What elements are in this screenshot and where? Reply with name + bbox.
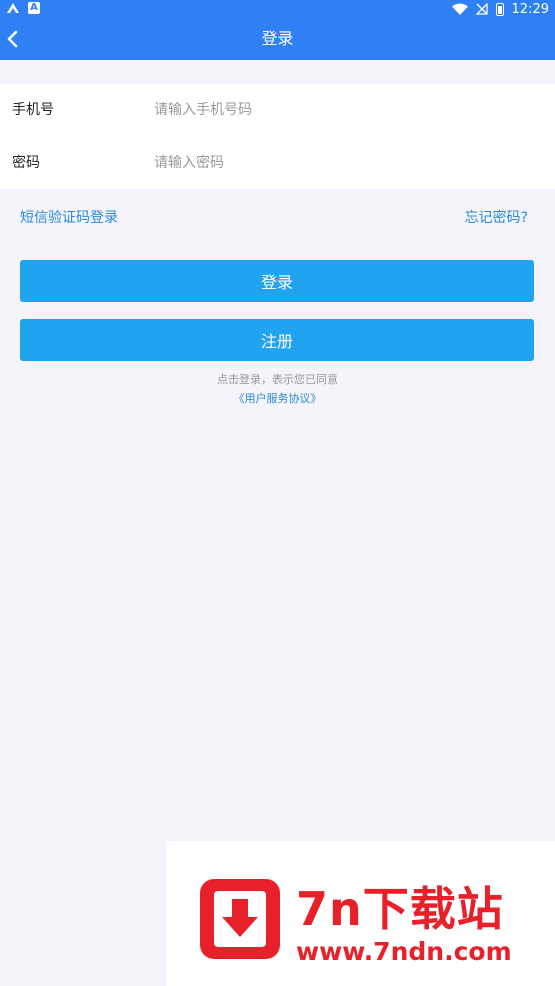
password-row: 密码 xyxy=(0,137,555,189)
phone-label: 手机号 xyxy=(12,102,54,118)
a-app-icon: A xyxy=(28,2,40,14)
sms-login-link[interactable]: 短信验证码登录 xyxy=(20,207,118,227)
page-title: 登录 xyxy=(261,29,294,48)
watermark: 7n下载站 www.7ndn.com xyxy=(166,841,555,986)
login-form: 手机号 密码 xyxy=(0,84,555,189)
status-time: 12:29 xyxy=(511,1,549,17)
watermark-url: www.7ndn.com xyxy=(296,937,512,966)
forgot-password-link[interactable]: 忘记密码? xyxy=(465,207,528,227)
register-button[interactable]: 注册 xyxy=(20,319,534,361)
status-bar-right: 12:29 xyxy=(451,0,549,18)
no-signal-icon xyxy=(475,3,488,15)
phone-input[interactable] xyxy=(154,94,534,126)
download-logo-icon xyxy=(200,879,280,959)
battery-icon xyxy=(495,2,504,16)
status-bar-left: A xyxy=(6,2,40,14)
phone-row: 手机号 xyxy=(0,84,555,136)
watermark-title: 7n下载站 xyxy=(296,882,504,936)
nav-bar: 登录 xyxy=(0,18,555,60)
password-label: 密码 xyxy=(12,155,40,171)
login-button[interactable]: 登录 xyxy=(20,260,534,302)
user-agreement-link[interactable]: 《用户服务协议》 xyxy=(0,390,555,406)
status-bar: A 12:29 xyxy=(0,0,555,18)
app-icon xyxy=(7,3,19,13)
password-input[interactable] xyxy=(154,147,534,179)
wifi-icon xyxy=(451,3,468,15)
agreement-text: 点击登录，表示您已同意 xyxy=(217,373,338,386)
